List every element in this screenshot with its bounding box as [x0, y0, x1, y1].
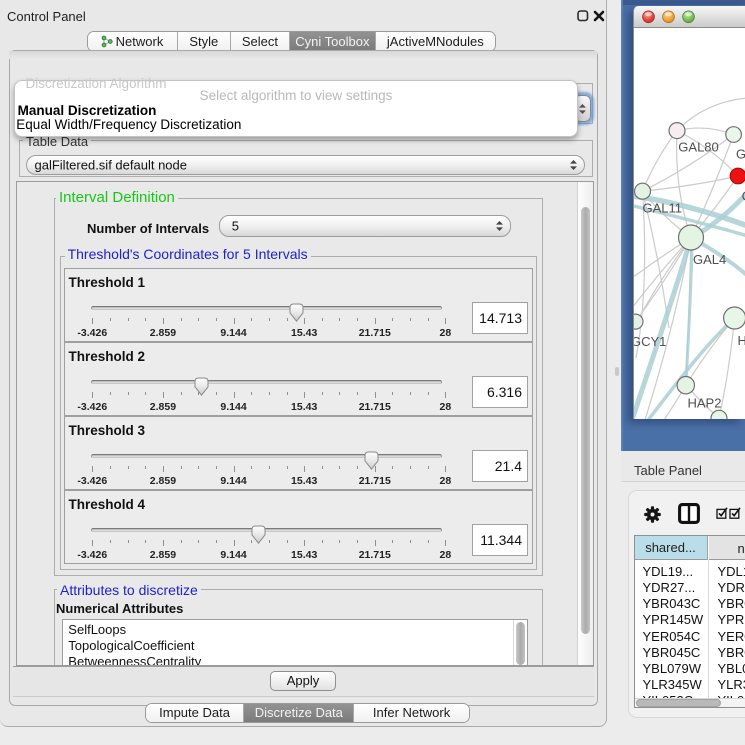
svg-text:GAL11: GAL11: [643, 200, 683, 215]
svg-text:GA: GA: [736, 146, 745, 161]
svg-text:HAP2: HAP2: [688, 395, 722, 410]
svg-text:GAL4: GAL4: [693, 252, 726, 267]
svg-text:HA: HA: [738, 333, 745, 348]
svg-text:GCY1: GCY1: [634, 334, 666, 349]
svg-text:CD: CD: [742, 188, 745, 203]
svg-text:GAL80: GAL80: [678, 139, 718, 154]
